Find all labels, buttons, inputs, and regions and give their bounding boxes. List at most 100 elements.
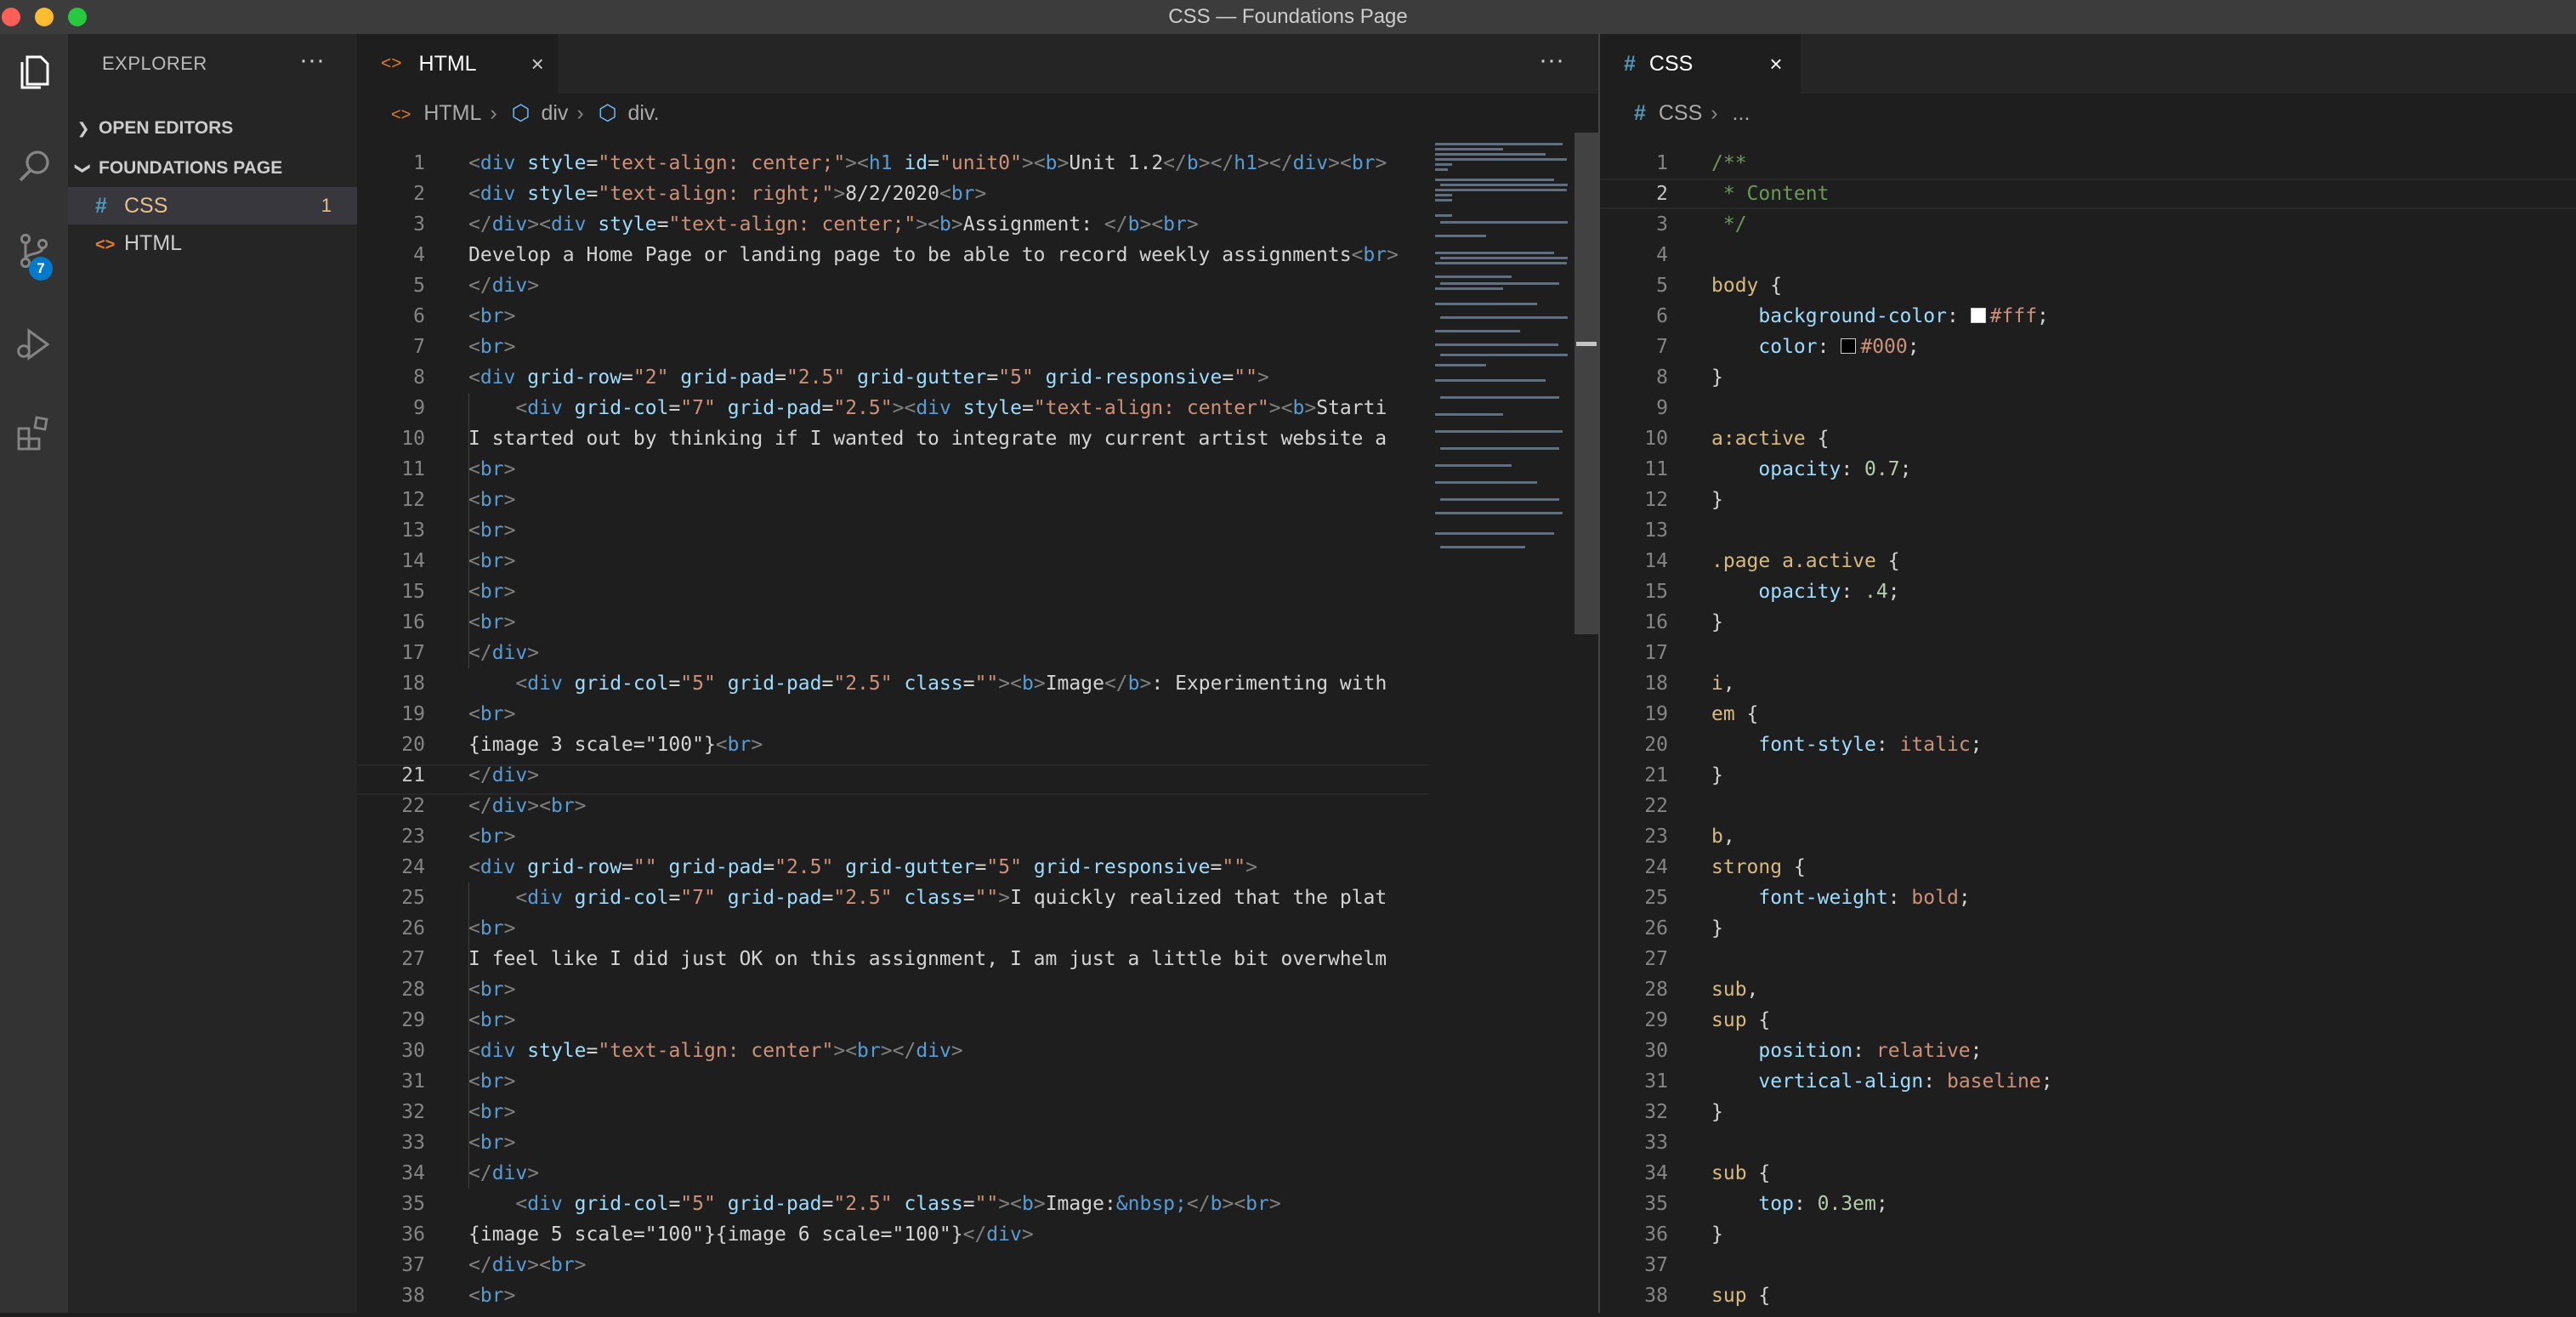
code-line[interactable]: 11 opacity: 0.7; [1600,454,2576,485]
code-line[interactable]: 24 strong { [1600,852,2576,883]
code-line[interactable]: 24 <div grid-row="" grid-pad="2.5" grid-g… [357,852,1428,883]
code-line[interactable]: 17 [1600,638,2576,668]
code-line[interactable]: 19 <br> [357,699,1428,729]
code-line[interactable]: 12} [1600,485,2576,515]
code-line[interactable]: 14 .page a.active { [1600,546,2576,576]
code-line[interactable]: 12 <br> [357,485,1428,515]
code-line[interactable]: 18 <div grid-col="5" grid-pad="2.5" clas… [357,668,1428,699]
code-line[interactable]: 21} [1600,760,2576,791]
code-line[interactable]: 10 I started out by thinking if I wanted … [357,423,1428,454]
breadcrumb-item[interactable]: CSS [1659,101,1702,125]
code-line[interactable]: 30 position: relative; [1600,1036,2576,1066]
code-line[interactable]: 15 opacity: .4; [1600,576,2576,607]
code-line[interactable]: 26 <br> [357,913,1428,944]
code-line[interactable]: 13 [1600,515,2576,546]
code-line[interactable]: 2 * Content [1600,179,2576,209]
code-line[interactable]: 34 sub { [1600,1158,2576,1189]
breadcrumb-item[interactable]: div. [627,101,659,125]
code-line[interactable]: 16 <br> [357,607,1428,638]
file-item-html[interactable]: <> HTML [68,224,357,262]
tab-html[interactable]: <> HTML × [357,34,558,94]
code-line[interactable]: 36} [1600,1219,2576,1250]
code-line[interactable]: 5 body { [1600,270,2576,301]
file-item-css[interactable]: # CSS 1 [68,187,357,224]
tab-css[interactable]: # CSS × [1600,34,1801,94]
code-line[interactable]: 31 <br> [357,1066,1428,1097]
code-line[interactable]: 20 font-style: italic; [1600,729,2576,760]
minimap[interactable] [1428,133,1573,1313]
code-line[interactable]: 22 </div><br> [357,791,1428,821]
folder-section[interactable]: ❯ FOUNDATIONS PAGE [68,150,357,187]
code-line[interactable]: 34 </div> [357,1158,1428,1189]
code-line[interactable]: 22 [1600,791,2576,821]
code-line[interactable]: 38 sup { [1600,1280,2576,1311]
vertical-scrollbar[interactable] [1575,133,1598,634]
code-line[interactable]: 32 <br> [357,1097,1428,1127]
code-line[interactable]: 1 <div style="text-align: center;"><h1 id… [357,148,1428,179]
code-line[interactable]: 27 [1600,944,2576,974]
code-line[interactable]: 30 <div style="text-align: center"><br></… [357,1036,1428,1066]
code-line[interactable]: 6 <br> [357,301,1428,332]
code-line[interactable]: 19 em { [1600,699,2576,729]
code-line[interactable]: 4 [1600,240,2576,270]
code-line[interactable]: 33 <br> [357,1127,1428,1158]
code-text: <div grid-col="7" grid-pad="2.5" class="… [515,887,1387,909]
code-line[interactable]: 38 <br> [357,1280,1428,1311]
code-line[interactable]: 3 </div><div style="text-align: center;">… [357,209,1428,240]
code-line[interactable]: 23 b, [1600,821,2576,852]
open-editors-section[interactable]: ❯ OPEN EDITORS [68,110,357,147]
code-line[interactable]: 3 */ [1600,209,2576,240]
code-line[interactable]: 9 [1600,393,2576,423]
code-line[interactable]: 2 <div style="text-align: right;">8/2/202… [357,179,1428,209]
code-line[interactable]: 7 color: #000; [1600,332,2576,362]
code-line[interactable]: 14 <br> [357,546,1428,576]
editor-more-button[interactable]: ··· [1539,34,1564,94]
code-line[interactable]: 28 sub, [1600,974,2576,1005]
close-icon[interactable]: × [531,51,544,77]
code-line[interactable]: 35 <div grid-col="5" grid-pad="2.5" clas… [357,1189,1428,1219]
explorer-more-button[interactable]: ··· [299,34,325,94]
code-line[interactable]: 31 vertical-align: baseline; [1600,1066,2576,1097]
code-line[interactable]: 8 <div grid-row="2" grid-pad="2.5" grid-g… [357,362,1428,393]
code-line[interactable]: 25 <div grid-col="7" grid-pad="2.5" clas… [357,883,1428,913]
code-line[interactable]: 36 {image 5 scale="100"}{image 6 scale="1… [357,1219,1428,1250]
code-line[interactable]: 37 </div><br> [357,1250,1428,1280]
breadcrumb-item[interactable]: HTML [423,101,481,125]
code-line[interactable]: 5 </div> [357,270,1428,301]
code-line[interactable]: 32} [1600,1097,2576,1127]
code-line[interactable]: 15 <br> [357,576,1428,607]
extensions-activity[interactable] [0,395,68,472]
code-line[interactable]: 4 Develop a Home Page or landing page to … [357,240,1428,270]
code-line[interactable]: 33 [1600,1127,2576,1158]
code-line[interactable]: 13 <br> [357,515,1428,546]
explorer-activity[interactable] [0,34,68,111]
code-line[interactable]: 1 /** [1600,148,2576,179]
code-line[interactable]: 9 <div grid-col="7" grid-pad="2.5"><div … [357,393,1428,423]
run-debug-activity[interactable] [0,306,68,383]
css-code-area[interactable]: 1/** 2 * Content 3 */4 5 body {6 background-… [1600,148,2576,1313]
code-line[interactable]: 26} [1600,913,2576,944]
code-line[interactable]: 23 <br> [357,821,1428,852]
code-line[interactable]: 8} [1600,362,2576,393]
code-line[interactable]: 29 <br> [357,1005,1428,1036]
code-line[interactable]: 27 I feel like I did just OK on this assi… [357,944,1428,974]
source-control-activity[interactable]: 7 [0,213,68,289]
code-line[interactable]: 25 font-weight: bold; [1600,883,2576,913]
code-line[interactable]: 7 <br> [357,332,1428,362]
code-line[interactable]: 17 </div> [357,638,1428,668]
breadcrumb-item[interactable]: div [541,101,568,125]
code-line[interactable]: 35 top: 0.3em; [1600,1189,2576,1219]
code-line[interactable]: 28 <br> [357,974,1428,1005]
code-line[interactable]: 18 i, [1600,668,2576,699]
code-line[interactable]: 6 background-color: #fff; [1600,301,2576,332]
code-line[interactable]: 10 a:active { [1600,423,2576,454]
breadcrumb-item[interactable]: ... [1733,101,1750,125]
html-code-area[interactable]: 1 <div style="text-align: center;"><h1 id… [357,148,1428,1313]
code-line[interactable]: 37 [1600,1250,2576,1280]
code-line[interactable]: 11 <br> [357,454,1428,485]
code-line[interactable]: 16} [1600,607,2576,638]
close-icon[interactable]: × [1769,51,1782,77]
search-activity[interactable] [0,128,68,204]
code-line[interactable]: 20 {image 3 scale="100"}<br> [357,729,1428,760]
code-line[interactable]: 29 sup { [1600,1005,2576,1036]
